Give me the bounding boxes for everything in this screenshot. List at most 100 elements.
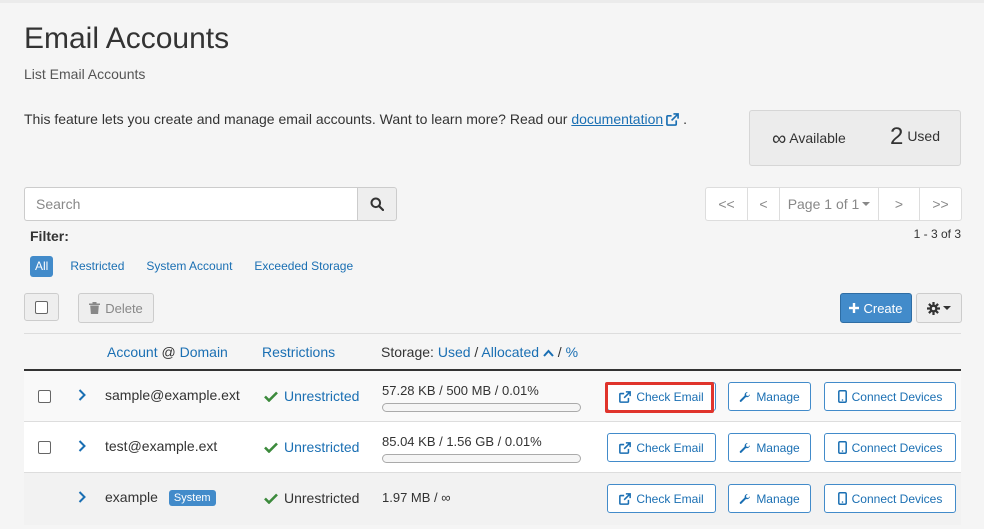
external-link-icon — [619, 390, 632, 403]
sort-percent[interactable]: % — [566, 344, 578, 360]
check-email-button[interactable]: Check Email — [607, 382, 716, 411]
connect-devices-label: Connect Devices — [851, 440, 943, 455]
connect-devices-label: Connect Devices — [851, 389, 943, 404]
connect-devices-button[interactable]: Connect Devices — [824, 433, 956, 462]
filter-all[interactable]: All — [30, 256, 54, 277]
create-label: Create — [863, 300, 903, 316]
chevron-right-icon — [78, 389, 86, 401]
restriction-link[interactable]: Unrestricted — [264, 439, 359, 455]
prev-page-button[interactable]: < — [747, 187, 780, 221]
mobile-device-icon — [837, 492, 847, 505]
header-storage: Storage: Used / Allocated / % — [381, 344, 578, 360]
storage-progress-bar — [382, 454, 581, 463]
result-range: 1 - 3 of 3 — [913, 227, 961, 241]
search-icon — [370, 197, 384, 211]
account-name: example System — [105, 489, 216, 506]
sort-restrictions[interactable]: Restrictions — [262, 344, 335, 360]
check-icon — [264, 442, 278, 453]
restriction-label: Unrestricted — [284, 439, 360, 455]
manage-button[interactable]: Manage — [728, 433, 811, 462]
restriction-status: Unrestricted — [264, 490, 359, 506]
search-input[interactable] — [24, 187, 358, 221]
connect-devices-label: Connect Devices — [851, 491, 943, 506]
check-icon — [264, 391, 278, 402]
page-select[interactable]: Page 1 of 1 — [779, 187, 879, 221]
gear-icon — [927, 301, 940, 315]
account-name: sample@example.ext — [105, 387, 240, 403]
documentation-link[interactable]: documentation — [571, 111, 680, 127]
wrench-icon — [740, 493, 751, 504]
trash-icon — [89, 302, 101, 314]
check-email-label: Check Email — [636, 491, 704, 506]
page-label: Page 1 of 1 — [787, 196, 860, 212]
row-checkbox[interactable] — [38, 441, 51, 454]
intro-text: This feature lets you create and manage … — [24, 111, 687, 127]
restriction-label: Unrestricted — [284, 490, 360, 506]
wrench-icon — [740, 391, 751, 402]
system-badge: System — [168, 490, 216, 506]
page-subtitle: List Email Accounts — [24, 66, 146, 82]
expand-row-button[interactable] — [78, 388, 86, 404]
search-button[interactable] — [357, 187, 397, 221]
manage-label: Manage — [756, 491, 800, 506]
connect-devices-button[interactable]: Connect Devices — [824, 484, 956, 513]
check-email-button[interactable]: Check Email — [607, 484, 716, 513]
create-button[interactable]: Create — [840, 293, 912, 323]
available-stat: ∞ Available — [772, 128, 846, 151]
manage-label: Manage — [756, 389, 800, 404]
delete-label: Delete — [105, 300, 143, 316]
filter-options: All Restricted System Account Exceeded S… — [30, 256, 375, 277]
intro-sentence: This feature lets you create and manage … — [24, 111, 572, 127]
storage-text: 85.04 KB / 1.56 GB / 0.01% — [382, 434, 542, 449]
select-all-checkbox[interactable] — [24, 293, 59, 321]
sort-account[interactable]: Account — [107, 344, 158, 360]
filter-system-account[interactable]: System Account — [146, 256, 232, 277]
plus-icon — [849, 303, 860, 313]
first-page-button[interactable]: << — [705, 187, 748, 221]
filter-restricted[interactable]: Restricted — [70, 256, 124, 277]
table-row: sample@example.ext Unrestricted 57.28 KB… — [24, 371, 961, 422]
top-border — [0, 0, 984, 3]
caret-down-icon — [862, 202, 871, 206]
available-label: Available — [789, 130, 846, 146]
account-name-text: example — [105, 489, 158, 505]
mobile-device-icon — [837, 390, 847, 403]
used-count: 2 — [889, 123, 904, 150]
manage-button[interactable]: Manage — [728, 382, 811, 411]
storage-text: 57.28 KB / 500 MB / 0.01% — [382, 383, 539, 398]
expand-row-button[interactable] — [78, 490, 86, 506]
caret-down-icon — [943, 306, 951, 310]
allocated-label: Allocated — [481, 344, 540, 360]
check-email-button[interactable]: Check Email — [607, 433, 716, 462]
search-group — [24, 187, 397, 221]
filter-exceeded-storage[interactable]: Exceeded Storage — [254, 256, 353, 277]
mobile-device-icon — [837, 441, 847, 454]
table-row: example System Unrestricted 1.97 MB / ∞ C… — [24, 473, 961, 525]
wrench-icon — [740, 442, 751, 453]
page-title: Email Accounts — [24, 22, 230, 55]
manage-label: Manage — [756, 440, 800, 455]
last-page-button[interactable]: >> — [919, 187, 962, 221]
check-email-label: Check Email — [636, 440, 704, 455]
filter-label: Filter: — [30, 228, 69, 244]
chevron-right-icon — [78, 491, 86, 503]
expand-row-button[interactable] — [78, 439, 86, 455]
manage-button[interactable]: Manage — [728, 484, 811, 513]
checkbox-box — [35, 300, 48, 314]
settings-dropdown-button[interactable] — [916, 293, 962, 323]
connect-devices-button[interactable]: Connect Devices — [824, 382, 956, 411]
row-checkbox[interactable] — [38, 390, 51, 403]
next-page-button[interactable]: > — [878, 187, 920, 221]
infinity-value: ∞ — [772, 128, 787, 150]
used-stat: 2 Used — [890, 123, 940, 151]
header-slash: / — [474, 344, 479, 360]
account-stats-panel: ∞ Available 2 Used — [749, 110, 961, 166]
sort-used[interactable]: Used — [438, 344, 471, 360]
sort-domain[interactable]: Domain — [180, 344, 228, 360]
restriction-link[interactable]: Unrestricted — [264, 388, 359, 404]
header-at: @ — [161, 344, 176, 360]
delete-button[interactable]: Delete — [78, 293, 154, 323]
external-link-icon — [619, 441, 632, 454]
sort-allocated[interactable]: Allocated — [481, 344, 554, 360]
documentation-link-label: documentation — [571, 111, 664, 127]
